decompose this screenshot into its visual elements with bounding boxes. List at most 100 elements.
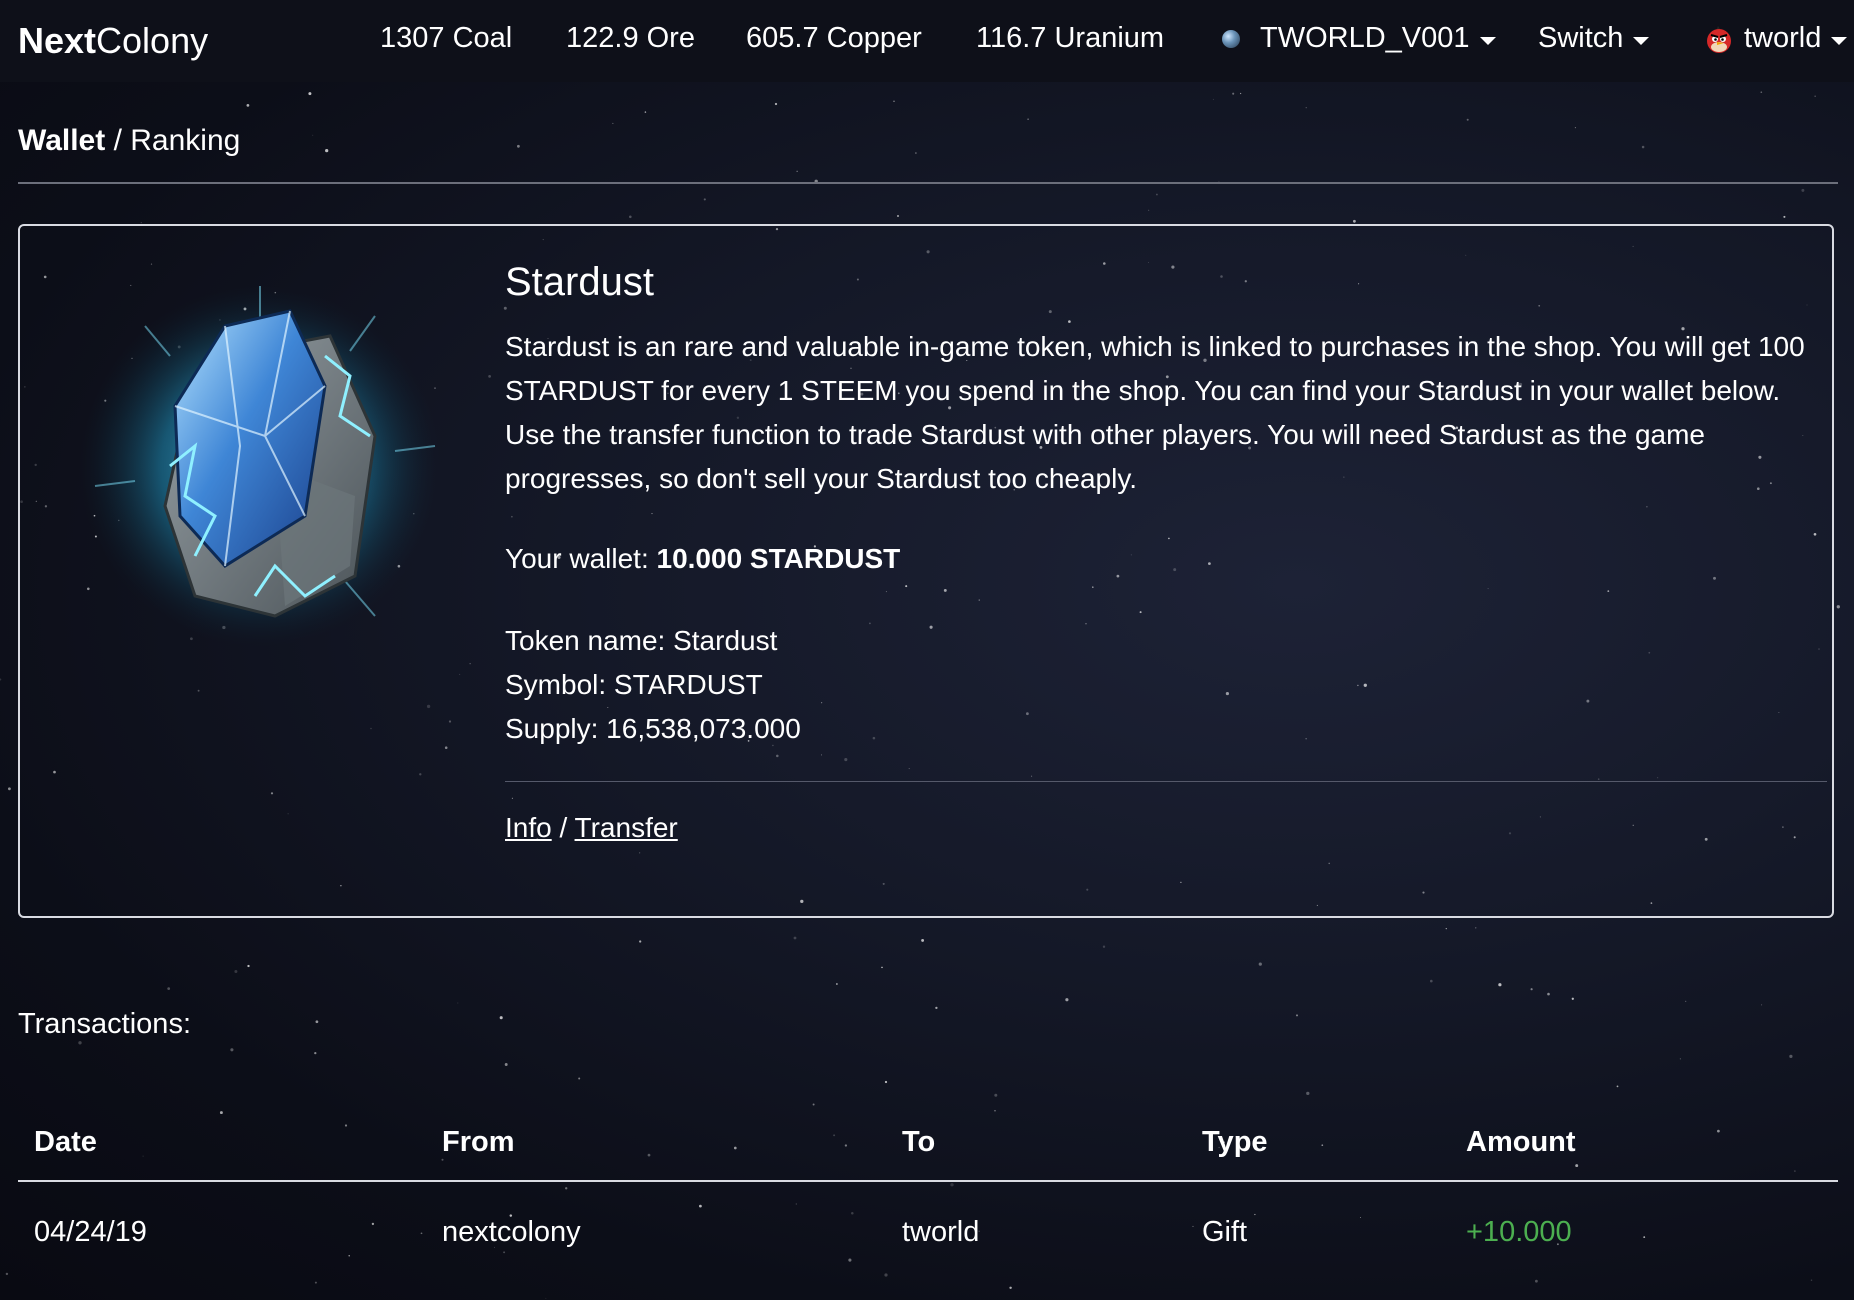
star — [1232, 92, 1235, 95]
angry-bird-icon — [1704, 24, 1734, 54]
resource-uranium: 116.7 Uranium — [976, 22, 1165, 54]
star — [1498, 983, 1502, 987]
star — [994, 1110, 996, 1112]
star — [1761, 1004, 1763, 1006]
user-menu-dropdown[interactable]: tworld — [1704, 22, 1848, 55]
user-name: tworld — [1744, 22, 1822, 54]
star — [1530, 988, 1533, 991]
star — [545, 1297, 547, 1299]
star — [325, 148, 329, 153]
star — [1148, 209, 1150, 211]
star — [1801, 188, 1805, 192]
switch-dropdown[interactable]: Switch — [1538, 22, 1650, 55]
star — [312, 134, 314, 136]
transfer-link[interactable]: Transfer — [575, 812, 678, 843]
cell-to: tworld — [902, 1216, 980, 1248]
star — [78, 1041, 82, 1045]
cell-date: 04/24/19 — [34, 1216, 147, 1248]
star — [935, 1006, 938, 1010]
column-header-amount: Amount — [1466, 1126, 1576, 1158]
star — [884, 1273, 888, 1277]
token-supply: Supply: 16,538,073.000 — [505, 713, 801, 744]
planet-selector-label: TWORLD_V001 — [1260, 22, 1470, 54]
star — [234, 969, 238, 974]
token-symbol: Symbol: STARDUST — [505, 669, 763, 700]
star — [1065, 998, 1069, 1002]
star — [308, 92, 312, 96]
star — [774, 102, 778, 106]
column-header-type: Type — [1202, 1126, 1268, 1158]
star — [1760, 91, 1763, 94]
column-header-date: Date — [34, 1126, 97, 1158]
planet-icon — [1222, 29, 1240, 48]
brand-logo[interactable]: NextColony — [18, 20, 208, 62]
cell-from: nextcolony — [442, 1216, 581, 1248]
star — [1571, 997, 1574, 1000]
star — [1475, 927, 1477, 929]
star — [1547, 992, 1550, 996]
star — [994, 1093, 998, 1097]
star — [219, 1111, 223, 1115]
star — [1009, 1286, 1012, 1290]
token-name: Token name: Stardust — [505, 625, 778, 656]
star — [796, 170, 798, 172]
star — [1466, 118, 1469, 121]
star — [1155, 193, 1158, 196]
star — [1814, 95, 1816, 97]
star — [314, 1281, 317, 1284]
star — [517, 144, 520, 148]
star — [5, 1272, 9, 1276]
star — [1258, 962, 1262, 966]
star — [1027, 118, 1029, 121]
star — [167, 987, 171, 990]
star — [1679, 1058, 1681, 1060]
star — [457, 1002, 459, 1004]
star — [629, 215, 632, 219]
table-header: Date From To Type Amount — [18, 1120, 1838, 1182]
column-header-from: From — [442, 1126, 515, 1158]
star — [1789, 1054, 1793, 1059]
chevron-down-icon — [1633, 36, 1650, 45]
column-header-to: To — [902, 1126, 936, 1158]
wallet-balance: Your wallet: 10.000 STARDUST — [505, 543, 1825, 575]
breadcrumb-current: Wallet — [18, 124, 106, 157]
star — [1783, 215, 1786, 218]
divider — [18, 182, 1838, 184]
stardust-crystal-icon — [80, 286, 440, 646]
link-separator: / — [551, 812, 575, 843]
switch-label: Switch — [1538, 22, 1624, 54]
star — [893, 100, 895, 102]
star — [881, 966, 883, 969]
star — [1836, 605, 1840, 609]
token-title: Stardust — [505, 260, 654, 304]
star — [915, 152, 917, 154]
planet-selector-dropdown[interactable]: TWORLD_V001 — [1222, 22, 1496, 55]
card-links: Info / Transfer — [505, 812, 1825, 844]
wallet-value: 10.000 STARDUST — [656, 543, 901, 574]
star — [612, 122, 614, 124]
top-navbar: NextColony 1307 Coal 122.9 Ore 605.7 Cop… — [0, 0, 1854, 82]
star — [504, 1063, 508, 1066]
star — [921, 938, 925, 942]
star — [230, 1048, 234, 1052]
resource-ore: 122.9 Ore — [566, 22, 695, 54]
star — [1810, 1279, 1813, 1281]
star — [1685, 1000, 1687, 1002]
star — [793, 936, 797, 940]
cell-amount: +10.000 — [1466, 1216, 1572, 1248]
info-link[interactable]: Info — [505, 812, 552, 843]
card-divider — [505, 781, 1827, 782]
table-header-divider — [18, 1180, 1838, 1182]
breadcrumb: Wallet / Ranking — [18, 124, 240, 158]
token-description: Stardust is an rare and valuable in-game… — [505, 331, 1805, 494]
transactions-table: Date From To Type Amount 04/24/19 nextco… — [18, 1120, 1838, 1260]
stardust-token-card: Stardust Stardust is an rare and valuabl… — [18, 224, 1834, 918]
star — [1239, 92, 1242, 95]
star — [896, 214, 900, 218]
breadcrumb-ranking-link[interactable]: Ranking — [130, 124, 240, 157]
star — [1641, 145, 1645, 149]
star — [1352, 219, 1356, 223]
star — [1305, 107, 1307, 109]
chevron-down-icon — [1831, 36, 1848, 45]
resource-copper: 605.7 Copper — [746, 22, 922, 54]
